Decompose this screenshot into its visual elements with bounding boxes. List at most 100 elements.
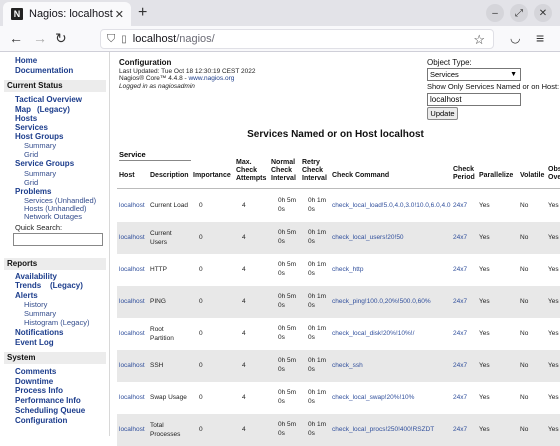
table-row: localhost 0 4 check_local_procs!250!400!RSZ…: [117, 414, 560, 446]
cell-host[interactable]: localhost: [119, 330, 145, 338]
cell-check-period[interactable]: 24x7: [453, 426, 467, 434]
sidebar-link-tactical-overview[interactable]: Tactical Overview: [15, 95, 82, 104]
sidebar-link-trends[interactable]: Trends: [15, 281, 41, 290]
quick-search-input[interactable]: [13, 233, 103, 246]
sidebar-link-alert-history[interactable]: History: [24, 300, 47, 309]
back-icon[interactable]: ←: [9, 30, 23, 46]
sidebar-link-documentation[interactable]: Documentation: [15, 66, 73, 75]
sidebar-link-hosts[interactable]: Hosts: [15, 114, 37, 123]
sidebar-link-performance-info[interactable]: Performance Info: [15, 396, 81, 405]
version-prefix: Nagios® Core™ 4.4.8 -: [119, 75, 189, 82]
cell-parallelize: Yes: [479, 266, 490, 273]
menu-icon[interactable]: ≡: [536, 30, 544, 46]
cell-description: Root: [150, 326, 164, 333]
cell-check-command[interactable]: check_local_users!20!50: [332, 234, 404, 242]
cell-check-command[interactable]: check_ping!100.0,20%!500.0,60%: [332, 298, 431, 306]
cell-check-period[interactable]: 24x7: [453, 298, 467, 306]
object-type-select[interactable]: Services ▼: [427, 68, 521, 81]
close-window-icon[interactable]: ✕: [534, 4, 552, 22]
cell-check-command[interactable]: check_ssh: [332, 362, 363, 370]
cell-description: Total: [150, 422, 164, 429]
sidebar-link-scheduling-queue[interactable]: Scheduling Queue: [15, 406, 85, 415]
cell-host[interactable]: localhost: [119, 266, 145, 274]
sidebar-link-hostgroup-summary[interactable]: Summary: [24, 141, 56, 150]
col-description: Description: [150, 172, 189, 179]
col-check-period: Check Period: [453, 166, 475, 181]
table-row: localhost 0 4 check_local_swap!20%!10% 24x7 Y…: [117, 382, 560, 414]
cell-host[interactable]: localhost: [119, 234, 145, 242]
shield-icon[interactable]: ⛉: [107, 33, 115, 46]
cell-check-period[interactable]: 24x7: [453, 266, 467, 274]
cell-max-check-attempts: 4: [242, 202, 246, 209]
cell-max-check-attempts: 4: [242, 362, 246, 369]
cell-host[interactable]: localhost: [119, 394, 145, 402]
cell-check-period[interactable]: 24x7: [453, 234, 467, 242]
cell-host[interactable]: localhost: [119, 362, 145, 370]
tab-title: Nagios: localhost: [29, 8, 113, 20]
cell-host[interactable]: localhost: [119, 202, 145, 210]
sidebar-link-hostgroup-grid[interactable]: Grid: [24, 150, 38, 159]
cell-check-command[interactable]: check_http: [332, 266, 363, 274]
browser-tab[interactable]: N Nagios: localhost ✕: [3, 2, 131, 26]
sidebar-link-alerts[interactable]: Alerts: [15, 291, 38, 300]
pocket-icon[interactable]: ◡: [510, 31, 520, 45]
sidebar-link-configuration[interactable]: Configuration: [15, 416, 67, 425]
cell-host[interactable]: localhost: [119, 426, 145, 434]
cell-check-command[interactable]: check_local_swap!20%!10%: [332, 394, 414, 402]
url-bar[interactable]: ⛉ ▯ localhost/nagios/ ☆: [100, 29, 494, 49]
update-button[interactable]: Update: [427, 107, 458, 120]
service-section-label: Service: [119, 150, 191, 161]
close-tab-icon[interactable]: ✕: [115, 8, 124, 21]
sidebar-link-services[interactable]: Services: [15, 123, 48, 132]
star-icon[interactable]: ☆: [473, 32, 485, 48]
sidebar-link-comments[interactable]: Comments: [15, 367, 56, 376]
sidebar-link-servicegroup-grid[interactable]: Grid: [24, 178, 38, 187]
new-tab-icon[interactable]: +: [138, 4, 147, 22]
sidebar-link-host-groups[interactable]: Host Groups: [15, 132, 63, 141]
cell-importance: 0: [199, 234, 203, 241]
cell-check-command[interactable]: check_local_load!5.0,4.0,3.0!10.0,6.0,4.…: [332, 202, 451, 210]
sidebar-link-downtime[interactable]: Downtime: [15, 377, 53, 386]
sidebar-link-service-groups[interactable]: Service Groups: [15, 159, 74, 168]
cell-volatile: No: [520, 298, 529, 305]
sidebar-link-alert-histogram[interactable]: Histogram (Legacy): [24, 318, 89, 327]
object-type-label: Object Type:: [427, 58, 472, 67]
url-text[interactable]: localhost/nagios/: [133, 33, 215, 45]
cell-obsess: Yes: [548, 202, 559, 209]
sidebar-link-network-outages[interactable]: Network Outages: [24, 212, 82, 221]
cell-check-period[interactable]: 24x7: [453, 202, 467, 210]
col-retry-check-interval: Retry Check Interval: [302, 159, 327, 182]
cell-check-period[interactable]: 24x7: [453, 394, 467, 402]
cell-description: SSH: [150, 362, 164, 369]
sidebar-link-problems[interactable]: Problems: [15, 187, 51, 196]
sidebar-link-availability[interactable]: Availability: [15, 272, 57, 281]
forward-icon[interactable]: →: [33, 30, 47, 46]
col-importance: Importance: [193, 172, 231, 179]
filter-input[interactable]: localhost: [427, 93, 521, 106]
cell-check-period[interactable]: 24x7: [453, 362, 467, 370]
cell-obsess: Yes: [548, 298, 559, 305]
reload-icon[interactable]: ↻: [55, 30, 67, 47]
cell-check-command[interactable]: check_local_disk!20%!10%!/: [332, 330, 414, 338]
sidebar-link-process-info[interactable]: Process Info: [15, 386, 63, 395]
cell-parallelize: Yes: [479, 394, 490, 401]
sidebar-link-servicegroup-summary[interactable]: Summary: [24, 169, 56, 178]
sidebar-link-trends-legacy[interactable]: (Legacy): [50, 281, 83, 290]
page-icon[interactable]: ▯: [121, 34, 127, 45]
cell-retry-interval: 0h 1m: [308, 197, 327, 204]
sidebar-link-event-log[interactable]: Event Log: [15, 338, 54, 347]
sidebar-link-alert-summary[interactable]: Summary: [24, 309, 56, 318]
cell-check-command[interactable]: check_local_procs!250!400!RSZDT: [332, 426, 434, 434]
sidebar-link-map[interactable]: Map: [15, 105, 31, 114]
sidebar-link-map-legacy[interactable]: (Legacy): [37, 105, 70, 114]
maximize-icon[interactable]: ⤢: [510, 4, 528, 22]
cell-importance: 0: [199, 202, 203, 209]
cell-normal-interval: 0h 5m: [278, 389, 297, 396]
col-check-command: Check Command: [332, 172, 390, 179]
cell-host[interactable]: localhost: [119, 298, 145, 306]
cell-check-period[interactable]: 24x7: [453, 330, 467, 338]
sidebar-link-notifications[interactable]: Notifications: [15, 328, 63, 337]
sidebar-link-home[interactable]: Home: [15, 56, 37, 65]
minimize-icon[interactable]: –: [486, 4, 504, 22]
nagios-link[interactable]: www.nagios.org: [188, 75, 234, 82]
